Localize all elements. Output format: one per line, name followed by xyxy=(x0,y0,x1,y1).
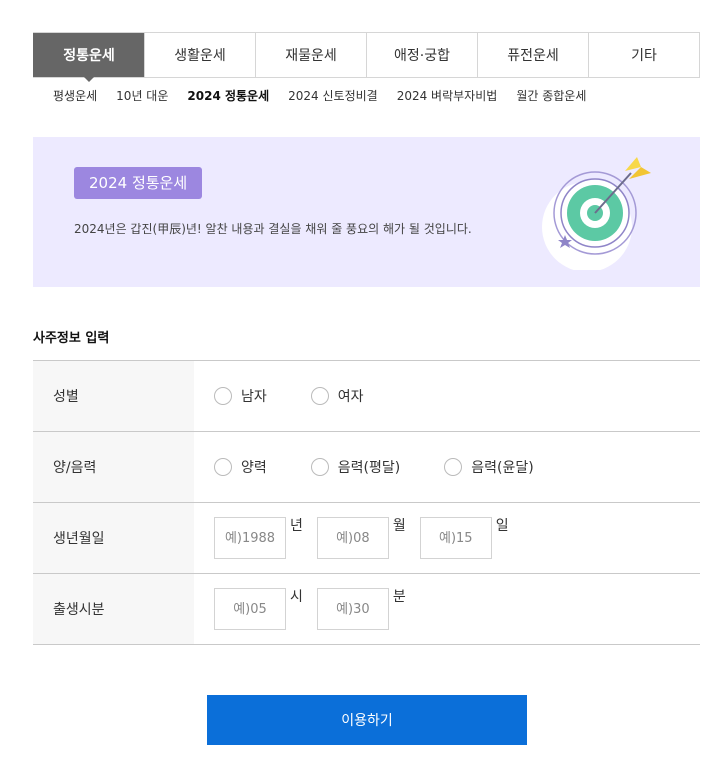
calendar-solar-radio[interactable]: 양력 xyxy=(214,457,267,477)
promo-banner: 2024 정통운세 2024년은 갑진(甲辰)년! 알찬 내용과 결실을 채워 … xyxy=(33,137,700,287)
gender-label: 성별 xyxy=(33,361,194,431)
minute-unit: 분 xyxy=(392,589,406,605)
radio-label: 음력(평달) xyxy=(337,460,401,476)
tab-etc[interactable]: 기타 xyxy=(588,33,699,77)
radio-circle-icon xyxy=(310,458,329,476)
calendar-lunar-normal-radio[interactable]: 음력(평달) xyxy=(310,457,401,477)
subnav-item-2024-traditional[interactable]: 2024 정통운세 xyxy=(187,87,269,104)
calendar-lunar-leap-radio[interactable]: 음력(윤달) xyxy=(444,457,534,477)
gender-female-radio[interactable]: 여자 xyxy=(310,386,364,406)
section-title: 사주정보 입력 xyxy=(33,331,110,346)
birth-year-input[interactable] xyxy=(214,517,286,559)
month-unit: 월 xyxy=(392,518,406,534)
radio-label: 음력(윤달) xyxy=(471,460,534,476)
subnav-item-monthly[interactable]: 월간 종합운세 xyxy=(516,87,586,104)
subnav-item-lifetime[interactable]: 평생운세 xyxy=(53,87,97,104)
subnav-item-2024-wealth[interactable]: 2024 벼락부자비법 xyxy=(397,87,498,104)
saju-input-form: 성별 남자 여자 양/음력 양력 음력(평달) 음력(윤달) 생년월일 예)19… xyxy=(33,360,700,645)
tab-wealth-fortune[interactable]: 재물운세 xyxy=(255,33,366,77)
birthdate-label: 생년월일 xyxy=(33,503,194,573)
submit-button[interactable]: 이용하기 xyxy=(207,695,527,745)
birthtime-label: 출생시분 xyxy=(33,574,194,644)
radio-label: 양력 xyxy=(241,460,267,476)
radio-circle-icon xyxy=(214,458,232,476)
banner-badge: 2024 정통운세 xyxy=(74,167,203,199)
tab-fusion-fortune[interactable]: 퓨전운세 xyxy=(477,33,588,77)
sub-navigation: 평생운세 10년 대운 2024 정통운세 2024 신토정비결 2024 벼락… xyxy=(53,87,605,104)
year-unit: 년 xyxy=(290,518,303,534)
radio-circle-icon xyxy=(444,458,463,476)
radio-label: 여자 xyxy=(337,389,364,405)
radio-label: 남자 xyxy=(241,389,267,405)
calendar-label: 양/음력 xyxy=(33,432,194,502)
tab-love-compatibility[interactable]: 애정·궁합 xyxy=(366,33,477,77)
gender-male-radio[interactable]: 남자 xyxy=(214,386,267,406)
category-tabs: 정통운세 생활운세 재물운세 애정·궁합 퓨전운세 기타 xyxy=(33,32,700,82)
calendar-row: 양/음력 양력 음력(평달) 음력(윤달) xyxy=(33,432,700,503)
radio-circle-icon xyxy=(214,387,232,405)
hour-unit: 시 xyxy=(290,589,303,605)
birth-day-input[interactable] xyxy=(419,517,492,559)
banner-description: 2024년은 갑진(甲辰)년! 알찬 내용과 결실을 채워 줄 풍요의 해가 될… xyxy=(74,222,472,236)
target-dart-icon xyxy=(533,155,653,272)
birthdate-row: 생년월일 년 월 일 xyxy=(33,503,700,574)
tab-life-fortune[interactable]: 생활운세 xyxy=(144,33,255,77)
day-unit: 일 xyxy=(495,518,509,534)
birth-hour-input[interactable] xyxy=(214,588,286,630)
subnav-item-10yr[interactable]: 10년 대운 xyxy=(116,87,168,104)
radio-circle-icon xyxy=(310,387,329,405)
birthtime-row: 출생시분 시 분 xyxy=(33,574,700,645)
birth-minute-input[interactable] xyxy=(316,588,389,630)
tab-traditional-fortune[interactable]: 정통운세 xyxy=(33,33,144,82)
birth-month-input[interactable] xyxy=(316,517,389,559)
subnav-item-2024-tojeong[interactable]: 2024 신토정비결 xyxy=(288,87,378,104)
gender-row: 성별 남자 여자 xyxy=(33,361,700,432)
